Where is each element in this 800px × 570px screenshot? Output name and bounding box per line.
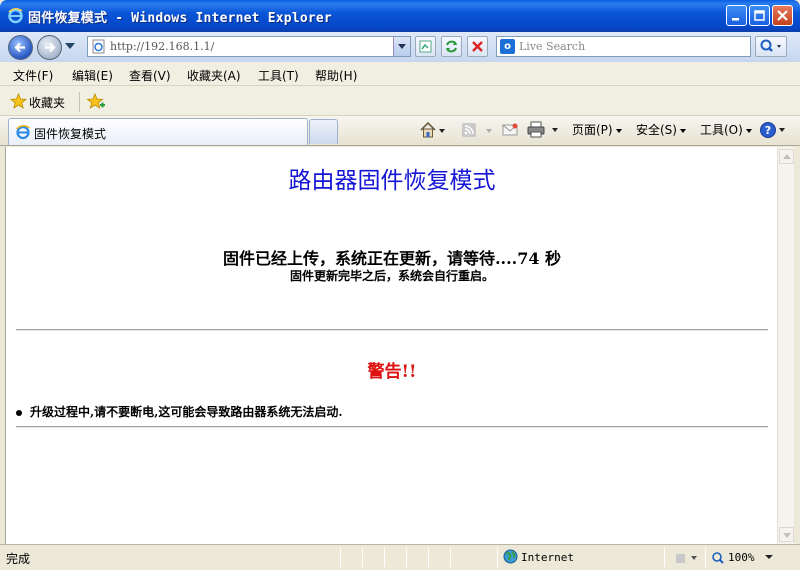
menu-help[interactable]: 帮助(H) xyxy=(315,67,357,84)
address-bar[interactable]: http://192.168.1.1/ xyxy=(87,36,411,57)
safety-menu-arrow-icon xyxy=(679,128,686,133)
search-button[interactable] xyxy=(755,36,787,57)
back-button[interactable] xyxy=(8,35,33,60)
restart-note: 固件更新完毕之后，系统会自行重启。 xyxy=(289,269,494,283)
refresh-icon xyxy=(446,40,457,53)
compatibility-view-button[interactable] xyxy=(415,36,436,57)
status-text: 完成 xyxy=(6,552,31,566)
page-heading: 路由器固件恢复模式 xyxy=(288,168,496,194)
zoom-icon[interactable] xyxy=(711,551,725,565)
live-search-icon: o xyxy=(500,39,515,54)
tools-menu-arrow-icon xyxy=(745,128,752,133)
print-icon[interactable] xyxy=(527,121,563,139)
status-pane-divider xyxy=(406,548,407,567)
menu-tools[interactable]: 工具(T) xyxy=(258,67,299,84)
window-title: 固件恢复模式 - Windows Internet Explorer xyxy=(28,11,332,26)
ie-logo-icon xyxy=(8,8,23,24)
safety-menu[interactable]: 安全(S) xyxy=(636,121,686,138)
favorites-button[interactable]: 收藏夹 xyxy=(29,94,65,111)
security-zone-label: Internet xyxy=(521,551,574,564)
status-pane-divider xyxy=(384,548,385,567)
close-button[interactable] xyxy=(772,5,793,26)
page-content: 路由器固件恢复模式 固件已经上传，系统正在更新，请等待....74 秒 固件更新… xyxy=(5,147,777,544)
status-pane-divider xyxy=(340,548,341,567)
tab-row: 固件恢复模式 页面(P) 安全(S) 工具(O) ? xyxy=(0,116,800,146)
forward-button[interactable] xyxy=(37,35,62,60)
progress-message: 固件已经上传，系统正在更新，请等待....74 秒 xyxy=(222,249,562,268)
minimize-icon xyxy=(732,18,739,21)
warning-title: 警告!! xyxy=(367,362,417,382)
page-menu-label: 页面(P) xyxy=(572,123,613,137)
mail-icon[interactable] xyxy=(501,122,519,138)
scroll-down-button[interactable] xyxy=(779,527,794,542)
safety-menu-label: 安全(S) xyxy=(636,123,677,137)
menu-edit[interactable]: 编辑(E) xyxy=(72,67,113,84)
feeds-icon[interactable] xyxy=(461,122,495,139)
zoom-level[interactable]: 100% xyxy=(728,551,755,564)
help-icon[interactable]: ? xyxy=(760,121,788,139)
warning-item: 升级过程中,请不要断电,这可能会导致路由器系统无法启动. xyxy=(16,403,343,420)
status-pane-divider xyxy=(428,548,429,567)
compatibility-icon xyxy=(419,40,432,53)
tools-menu[interactable]: 工具(O) xyxy=(700,121,752,138)
tab-firmware-recovery[interactable]: 固件恢复模式 xyxy=(8,118,308,145)
search-placeholder: Live Search xyxy=(519,40,586,53)
search-input[interactable]: o Live Search xyxy=(496,36,751,57)
divider-top xyxy=(16,329,768,331)
menu-favorites[interactable]: 收藏夹(A) xyxy=(187,67,241,84)
vertical-scrollbar[interactable] xyxy=(777,147,794,544)
ie-page-icon xyxy=(16,125,30,140)
stop-icon xyxy=(472,41,483,52)
maximize-button[interactable] xyxy=(749,5,770,26)
tab-label: 固件恢复模式 xyxy=(34,127,107,141)
status-pane-divider xyxy=(705,548,706,567)
title-bar: 固件恢复模式 - Windows Internet Explorer xyxy=(0,0,800,32)
address-url[interactable]: http://192.168.1.1/ xyxy=(110,40,214,53)
warning-text: 升级过程中,请不要断电,这可能会导致路由器系统无法启动. xyxy=(30,405,343,419)
bullet-icon xyxy=(16,409,22,416)
recent-pages-dropdown[interactable] xyxy=(65,43,75,49)
close-icon xyxy=(777,10,788,21)
favorites-bar: 收藏夹 xyxy=(0,86,800,116)
window-frame-right xyxy=(794,147,800,544)
svg-text:?: ? xyxy=(765,124,771,137)
tools-menu-label: 工具(O) xyxy=(700,123,743,137)
page-menu-arrow-icon xyxy=(615,128,622,133)
page-menu[interactable]: 页面(P) xyxy=(572,121,622,138)
status-pane-divider xyxy=(362,548,363,567)
menu-view[interactable]: 查看(V) xyxy=(129,67,171,84)
search-icon xyxy=(760,39,781,52)
zoom-dropdown-icon[interactable] xyxy=(764,553,774,561)
home-icon[interactable] xyxy=(419,121,445,139)
new-tab-button[interactable] xyxy=(309,119,338,144)
scroll-up-button[interactable] xyxy=(779,149,794,164)
favorites-separator xyxy=(79,92,80,112)
address-dropdown[interactable] xyxy=(393,37,410,56)
stop-button[interactable] xyxy=(467,36,488,57)
menu-bar: 文件(F) 编辑(E) 查看(V) 收藏夹(A) 工具(T) 帮助(H) xyxy=(0,62,800,86)
status-bar: 完成 Internet 100% xyxy=(0,544,800,570)
refresh-button[interactable] xyxy=(441,36,462,57)
favorites-star-icon xyxy=(10,93,27,109)
menu-file[interactable]: 文件(F) xyxy=(13,67,53,84)
protected-mode-icon[interactable] xyxy=(674,552,700,565)
forward-arrow-icon xyxy=(45,42,56,53)
status-pane-divider xyxy=(450,548,451,567)
page-icon xyxy=(92,39,105,54)
status-pane-divider xyxy=(497,548,498,567)
divider-bottom xyxy=(16,426,768,428)
internet-zone-icon xyxy=(503,549,518,564)
status-pane-divider xyxy=(664,548,665,567)
back-arrow-icon xyxy=(14,42,25,53)
add-to-favorites-icon[interactable] xyxy=(86,92,105,111)
maximize-icon xyxy=(754,10,765,21)
minimize-button[interactable] xyxy=(726,5,747,26)
